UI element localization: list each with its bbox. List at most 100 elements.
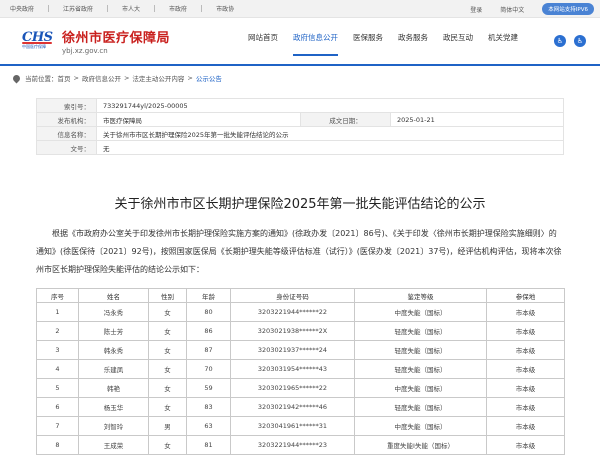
index-value: 733291744yl/2025-00005: [96, 98, 564, 113]
divider: [201, 5, 203, 12]
publisher-value: 市医疗保障局: [96, 112, 301, 127]
cell-id: 3203221944******22: [230, 302, 355, 322]
cell-no: 1: [36, 302, 79, 322]
top-utility-bar: 中央政府 江苏省政府 市人大 市政府 市政协 登录 简体中文 本网站支持IPV6: [0, 0, 600, 18]
table-row: 2 陈士芳 女 86 3203021938******2X 轻度失能（国标） 市…: [36, 321, 565, 341]
table-row: 1 冯永秀 女 80 3203221944******22 中度失能（国标） 市…: [36, 302, 565, 322]
cell-level: 中度失能（国标）: [354, 416, 487, 436]
location-pin-icon: [11, 73, 22, 83]
cell-no: 7: [36, 416, 79, 436]
elder-mode-icon[interactable]: ♿: [554, 35, 566, 47]
chs-logo-icon: CHS 中国医疗保障: [22, 30, 56, 52]
cell-gender: 女: [148, 435, 187, 455]
cell-id: 3203221944******23: [230, 435, 355, 455]
cell-no: 8: [36, 435, 79, 455]
index-label: 索引号：: [36, 98, 97, 113]
divider: [48, 5, 50, 12]
nav-gov-services[interactable]: 政务服务: [398, 32, 428, 56]
breadcrumb-separator: >: [187, 74, 193, 82]
table-row: 7 刘智玲 男 63 3203041961******31 中度失能（国标） 市…: [36, 416, 565, 436]
cell-gender: 女: [148, 359, 187, 379]
cell-age: 87: [186, 340, 231, 360]
cell-region: 市本级: [486, 340, 565, 360]
col-header-level: 鉴定等级: [354, 288, 487, 303]
cell-gender: 女: [148, 321, 187, 341]
cell-age: 70: [186, 359, 231, 379]
cell-gender: 男: [148, 416, 187, 436]
publisher-label: 发布机构：: [36, 112, 97, 127]
cell-level: 重度失能Ⅰ失能（国标）: [354, 435, 487, 455]
cell-id: 3203031954******43: [230, 359, 355, 379]
site-logo[interactable]: CHS 中国医疗保障 徐州市医疗保障局 ybj.xz.gov.cn: [22, 27, 170, 55]
accessibility-icon[interactable]: ♿: [574, 35, 586, 47]
chs-subtitle: 中国医疗保障: [22, 44, 46, 49]
login-link[interactable]: 登录: [470, 5, 482, 14]
cell-id: 3203021937******24: [230, 340, 355, 360]
cell-no: 6: [36, 397, 79, 417]
cell-name: 刘智玲: [78, 416, 149, 436]
divider: [154, 5, 156, 12]
cell-id: 3203021942******46: [230, 397, 355, 417]
info-row: 发布机构： 市医疗保障局 成文日期： 2025-01-21: [36, 112, 564, 127]
nav-interaction[interactable]: 政民互动: [443, 32, 473, 56]
table-header-row: 序号 姓名 性别 年龄 身份证号码 鉴定等级 参保地: [36, 288, 565, 303]
top-right-tools: 登录 简体中文 本网站支持IPV6: [470, 3, 594, 15]
gov-link-cppcc[interactable]: 市政协: [216, 4, 234, 13]
cell-gender: 女: [148, 340, 187, 360]
col-header-gender: 性别: [148, 288, 187, 303]
col-header-no: 序号: [36, 288, 79, 303]
breadcrumb-current[interactable]: 公示公告: [196, 73, 222, 83]
table-row: 4 乐建凤 女 70 3203031954******43 轻度失能（国标） 市…: [36, 359, 565, 379]
breadcrumb-separator: >: [73, 74, 79, 82]
cell-name: 陈士芳: [78, 321, 149, 341]
cell-name: 韩艳: [78, 378, 149, 398]
gov-link-congress[interactable]: 市人大: [122, 4, 140, 13]
nav-medical-services[interactable]: 医保服务: [353, 32, 383, 56]
name-value: 关于徐州市市区长期护理保险2025年第一批失能评估结论的公示: [96, 126, 564, 141]
table-row: 3 韩永秀 女 87 3203021937******24 轻度失能（国标） 市…: [36, 340, 565, 360]
cell-id: 3203041961******31: [230, 416, 355, 436]
table-row: 8 王成荣 女 81 3203221944******23 重度失能Ⅰ失能（国标…: [36, 435, 565, 455]
cell-region: 市本级: [486, 397, 565, 417]
gov-link-central[interactable]: 中央政府: [10, 4, 34, 13]
cell-region: 市本级: [486, 321, 565, 341]
gov-link-province[interactable]: 江苏省政府: [63, 4, 93, 13]
col-header-age: 年龄: [186, 288, 231, 303]
document-info-table: 索引号： 733291744yl/2025-00005 发布机构： 市医疗保障局…: [36, 98, 564, 155]
nav-party[interactable]: 机关党建: [488, 32, 518, 56]
cell-level: 轻度失能（国标）: [354, 321, 487, 341]
nav-tools: ♿ ♿: [546, 35, 586, 47]
cell-no: 5: [36, 378, 79, 398]
cell-id: 3203021938******2X: [230, 321, 355, 341]
ipv6-badge: 本网站支持IPV6: [542, 3, 594, 15]
main-nav: 网站首页 政府信息公开 医保服务 政务服务 政民互动 机关党建: [248, 32, 533, 56]
info-row: 文号： 无: [36, 140, 564, 155]
cell-age: 63: [186, 416, 231, 436]
date-label: 成文日期：: [300, 112, 391, 127]
cell-level: 轻度失能（国标）: [354, 397, 487, 417]
cell-gender: 女: [148, 397, 187, 417]
cell-region: 市本级: [486, 302, 565, 322]
cell-name: 乐建凤: [78, 359, 149, 379]
gov-link-city[interactable]: 市政府: [169, 4, 187, 13]
cell-gender: 女: [148, 378, 187, 398]
breadcrumb-statutory[interactable]: 法定主动公开内容: [132, 73, 184, 83]
docno-value: 无: [96, 140, 564, 155]
name-label: 信息名称：: [36, 126, 97, 141]
breadcrumb-home[interactable]: 首页: [58, 73, 71, 83]
nav-gov-info[interactable]: 政府信息公开: [293, 32, 338, 56]
cell-no: 4: [36, 359, 79, 379]
breadcrumb-separator: >: [123, 74, 130, 82]
site-header: CHS 中国医疗保障 徐州市医疗保障局 ybj.xz.gov.cn 网站首页 政…: [0, 18, 600, 66]
cell-name: 韩永秀: [78, 340, 149, 360]
cell-age: 80: [186, 302, 231, 322]
nav-home[interactable]: 网站首页: [248, 32, 278, 56]
cell-level: 中度失能（国标）: [354, 302, 487, 322]
cell-no: 3: [36, 340, 79, 360]
docno-label: 文号：: [36, 140, 97, 155]
cell-no: 2: [36, 321, 79, 341]
breadcrumb-gov-info[interactable]: 政府信息公开: [82, 73, 121, 83]
breadcrumb: 当前位置： 首页 > 政府信息公开 > 法定主动公开内容 > 公示公告: [11, 72, 222, 84]
cell-level: 中度失能（国标）: [354, 378, 487, 398]
language-switch[interactable]: 简体中文: [500, 5, 524, 14]
